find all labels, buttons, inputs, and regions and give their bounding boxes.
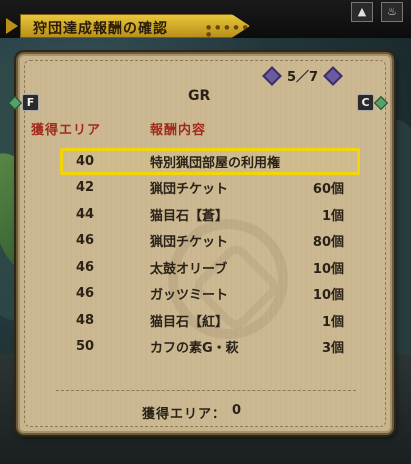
window-title: 狩団達成報酬の確認: [33, 21, 168, 37]
reward-name: 猟団チケット: [150, 182, 229, 198]
reward-row[interactable]: 48 猫目石【紅】 1個: [60, 307, 360, 334]
column-header-reward: 報酬内容: [150, 123, 207, 138]
reward-qty: 10個: [312, 261, 344, 277]
reward-name: 猫目石【蒼】: [150, 208, 229, 224]
reward-name: 猫目石【紅】: [150, 314, 229, 330]
reward-qty: 80個: [312, 235, 344, 251]
reward-name: 太鼓オリーブ: [150, 261, 228, 277]
reward-row[interactable]: 50 カフの素G・萩 3個: [60, 334, 360, 361]
page-next-icon[interactable]: [323, 65, 343, 86]
reward-qty: 10個: [312, 288, 344, 304]
reward-row[interactable]: 46 ガッツミート 10個: [60, 281, 360, 308]
column-header-area: 獲得エリア: [31, 123, 102, 138]
reward-qty: 60個: [312, 182, 344, 198]
f-key-icon: F: [22, 94, 39, 111]
reward-row-selected[interactable]: 40 特別猟団部屋の利用権: [60, 148, 360, 175]
reward-area: 50: [76, 339, 95, 355]
reward-area: 40: [76, 153, 95, 169]
rank-label: GR: [188, 88, 211, 104]
reward-qty: 1個: [321, 314, 344, 330]
reward-area: 48: [76, 312, 95, 328]
summary-line: 獲得エリア： 0: [142, 403, 242, 422]
reward-name: 特別猟団部屋の利用権: [150, 155, 281, 171]
arrow-right-icon: [373, 95, 389, 110]
reward-name: 猟団チケット: [150, 235, 229, 251]
reward-area: 46: [76, 259, 95, 275]
reward-area: 46: [76, 286, 95, 302]
arrow-left-icon: [7, 95, 23, 110]
title-ribbon: 狩団達成報酬の確認 ● ● ● ● ● ●: [20, 14, 250, 38]
reward-name: カフの素G・萩: [150, 341, 239, 357]
reward-area: 44: [76, 206, 95, 222]
prev-tab-button[interactable]: F: [7, 94, 41, 111]
page-prev-icon[interactable]: [262, 65, 282, 86]
reward-qty: 1個: [321, 208, 344, 224]
top-right-icons: ▲ ♨: [351, 2, 403, 22]
title-marker-icon: [6, 18, 18, 34]
mountain-icon: ▲: [351, 2, 373, 22]
reward-area: 42: [76, 180, 95, 196]
reward-list: 40 特別猟団部屋の利用権 42 猟団チケット 60個 44 猫目石【蒼】 1個…: [60, 148, 360, 360]
page-number: 5／7: [287, 70, 319, 85]
reward-name: ガッツミート: [150, 288, 229, 304]
reward-area: 46: [76, 233, 95, 249]
fire-icon: ♨: [381, 2, 403, 22]
ribbon-dots: ● ● ● ● ● ●: [206, 24, 249, 38]
divider: [56, 390, 356, 391]
reward-row[interactable]: 44 猫目石【蒼】 1個: [60, 201, 360, 228]
reward-qty: 3個: [321, 341, 344, 357]
summary-label: 獲得エリア：: [142, 407, 227, 422]
page-indicator: 5／7: [262, 65, 343, 86]
top-bar: 狩団達成報酬の確認 ● ● ● ● ● ● ▲ ♨: [0, 0, 411, 38]
next-tab-button[interactable]: C: [355, 94, 389, 111]
reward-row[interactable]: 42 猟団チケット 60個: [60, 175, 360, 202]
summary-value: 0: [232, 403, 243, 418]
c-key-icon: C: [357, 94, 374, 111]
reward-row[interactable]: 46 太鼓オリーブ 10個: [60, 254, 360, 281]
reward-row[interactable]: 46 猟団チケット 80個: [60, 228, 360, 255]
